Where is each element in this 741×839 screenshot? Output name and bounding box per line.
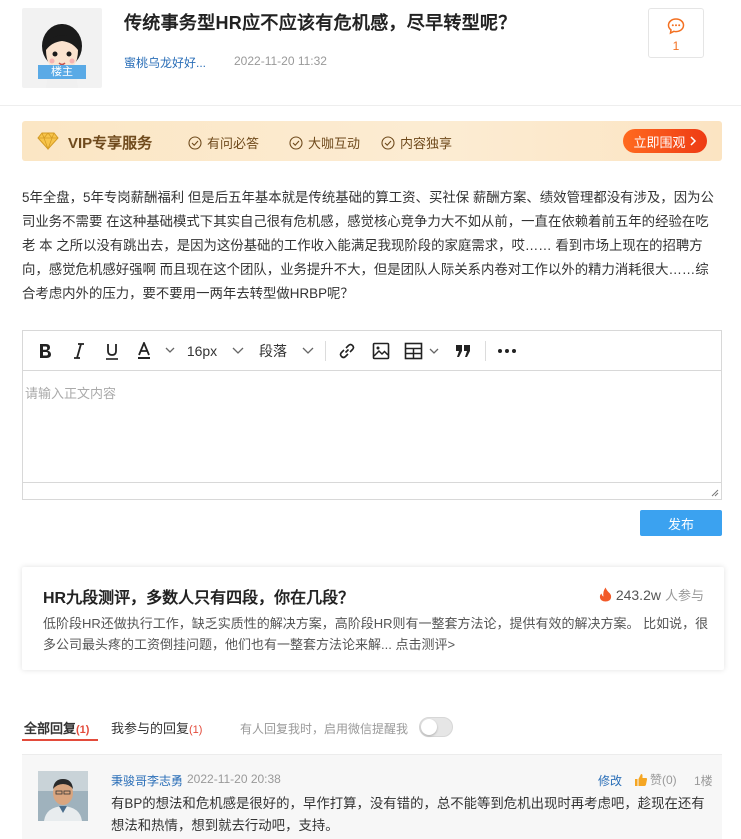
- table-button[interactable]: [402, 331, 444, 371]
- more-icon: [498, 349, 516, 353]
- toolbar-divider: [325, 341, 326, 361]
- resize-handle-icon[interactable]: [710, 488, 719, 497]
- editor-toolbar: 16px 段落: [23, 331, 721, 371]
- font-color-icon: [138, 342, 175, 359]
- chevron-down-icon: [302, 347, 314, 354]
- active-tab-indicator: [22, 739, 98, 741]
- vip-feature: 内容独享: [381, 133, 452, 152]
- bold-button[interactable]: [33, 331, 57, 371]
- paragraph-select[interactable]: 段落: [257, 331, 317, 371]
- check-circle-icon: [289, 135, 303, 150]
- editor-footer: [23, 482, 721, 499]
- wechat-notify-toggle[interactable]: [419, 717, 453, 737]
- thumbs-up-icon: [635, 773, 648, 786]
- tab-my-replies[interactable]: 我参与的回复(1): [111, 718, 202, 737]
- post-time: 2022-11-20 11:32: [234, 54, 327, 68]
- vip-feature: 大咖互动: [289, 133, 360, 152]
- toggle-knob: [421, 719, 437, 735]
- promo-description[interactable]: 低阶段HR还做执行工作，缺乏实质性的解决方案，高阶段HR则有一整套方法论，提供有…: [43, 613, 719, 655]
- italic-icon: [74, 343, 84, 359]
- vip-join-button[interactable]: 立即围观: [623, 129, 707, 153]
- tab-all-replies[interactable]: 全部回复(1): [24, 718, 89, 737]
- link-button[interactable]: [335, 331, 359, 371]
- font-color-button[interactable]: [134, 331, 178, 371]
- promo-title[interactable]: HR九段测评，多数人只有四段，你在几段？: [43, 584, 354, 608]
- vip-title: VIP专享服务: [68, 135, 153, 152]
- toolbar-divider: [485, 341, 486, 361]
- underline-button[interactable]: [100, 331, 124, 371]
- quote-button[interactable]: [451, 331, 475, 371]
- reply-floor: 1楼: [694, 774, 713, 788]
- image-button[interactable]: [369, 331, 393, 371]
- underline-icon: [106, 343, 118, 360]
- like-button[interactable]: 赞(0): [634, 771, 677, 788]
- reply-item: 秉骏哥李志勇 2022-11-20 20:38 修改 赞(0) 1楼 有BP的想…: [22, 754, 722, 839]
- owner-avatar[interactable]: 楼主: [22, 8, 102, 88]
- comment-icon: [667, 18, 685, 35]
- image-icon: [372, 342, 390, 360]
- user-photo-icon: [38, 771, 88, 821]
- reply-time: 2022-11-20 20:38: [187, 772, 281, 786]
- promo-participants: 243.2w 人参与: [599, 585, 704, 604]
- publish-button[interactable]: 发布: [640, 510, 722, 536]
- diamond-icon: [37, 132, 59, 150]
- post-header: 楼主 传统事务型HR应不应该有危机感，尽早转型呢？ 蜜桃乌龙好好... 2022…: [0, 0, 741, 106]
- chevron-down-icon: [232, 347, 244, 354]
- link-icon: [339, 343, 355, 359]
- vip-banner: VIP专享服务 有问必答 大咖互动 内容独享 立即围观: [22, 121, 722, 161]
- post-body: 5年全盘，5年专岗薪酬福利 但是后五年基本就是传统基础的算工资、买社保 薪酬方案…: [22, 190, 714, 301]
- reply-author-link[interactable]: 秉骏哥李志勇: [111, 772, 183, 789]
- author-link[interactable]: 蜜桃乌龙好好...: [124, 54, 206, 71]
- editor-input[interactable]: 请输入正文内容: [23, 371, 721, 483]
- italic-button[interactable]: [67, 331, 91, 371]
- check-circle-icon: [381, 135, 395, 150]
- post-title: 传统事务型HR应不应该有危机感，尽早转型呢？: [124, 13, 517, 33]
- table-icon: [404, 342, 439, 360]
- comment-count: 1: [672, 39, 680, 53]
- promo-card[interactable]: HR九段测评，多数人只有四段，你在几段？ 243.2w 人参与 低阶段HR还做执…: [22, 567, 724, 670]
- check-circle-icon: [188, 135, 202, 150]
- comment-count-button[interactable]: 1: [648, 8, 704, 58]
- quote-icon: [456, 345, 470, 357]
- chevron-right-icon: [689, 136, 696, 146]
- reply-tabs: 全部回复(1) 我参与的回复(1) 有人回复我时，启用微信提醒我: [22, 712, 722, 742]
- reply-editor: 16px 段落 请输入正文内容: [22, 330, 722, 500]
- fire-icon: [599, 587, 611, 602]
- bold-icon: [40, 344, 51, 358]
- edit-reply-link[interactable]: 修改: [598, 772, 622, 789]
- reply-content: 有BP的想法和危机感是很好的，早作打算，没有错的，总不能等到危机出现时再考虑吧，…: [111, 796, 705, 833]
- wechat-notify-label: 有人回复我时，启用微信提醒我: [240, 722, 409, 736]
- more-button[interactable]: [495, 331, 519, 371]
- owner-tag: 楼主: [38, 65, 86, 79]
- font-size-select[interactable]: 16px: [186, 331, 246, 371]
- reply-avatar[interactable]: [38, 771, 88, 821]
- vip-feature: 有问必答: [188, 133, 259, 152]
